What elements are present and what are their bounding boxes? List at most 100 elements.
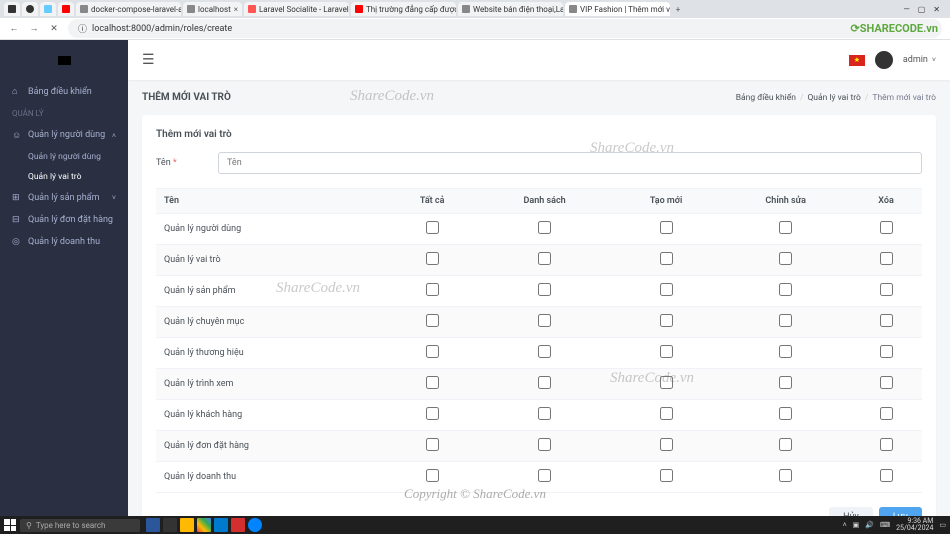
permission-checkbox[interactable] <box>538 283 551 296</box>
permission-checkbox[interactable] <box>779 469 792 482</box>
sidebar-item-revenue[interactable]: ◎ Quản lý doanh thu <box>0 231 128 253</box>
taskbar-search[interactable]: ⚲ Type here to search <box>20 519 140 532</box>
permission-checkbox[interactable] <box>880 376 893 389</box>
browser-tab[interactable]: localhost× <box>183 2 242 16</box>
permission-checkbox[interactable] <box>426 345 439 358</box>
permission-checkbox[interactable] <box>779 376 792 389</box>
taskbar-app-icon[interactable] <box>231 518 245 532</box>
permission-checkbox[interactable] <box>880 469 893 482</box>
taskbar-app-icon[interactable] <box>163 518 177 532</box>
sidebar-logo[interactable] <box>0 40 128 80</box>
browser-tab-active[interactable]: VIP Fashion | Thêm mới vai trò× <box>565 2 670 16</box>
sidebar-item-products[interactable]: ⊞Quản lý sản phẩm ˅ <box>0 187 128 209</box>
breadcrumb-link[interactable]: Bảng điều khiển <box>736 93 796 103</box>
sidebar-item-users[interactable]: ☺Quản lý người dùng ˄ <box>0 124 128 147</box>
window-minimize[interactable]: — <box>903 5 909 14</box>
permission-checkbox[interactable] <box>426 314 439 327</box>
permission-name: Quản lý đơn đặt hàng <box>156 431 386 462</box>
browser-tab[interactable]: Thị trường đẳng cấp được cá× <box>351 2 456 16</box>
user-dropdown[interactable]: admin ˅ <box>903 55 936 65</box>
permission-checkbox[interactable] <box>426 407 439 420</box>
permission-checkbox[interactable] <box>660 252 673 265</box>
col-all: Tất cả <box>386 189 478 214</box>
taskbar-clock[interactable]: 9:36 AM 25/04/2024 <box>896 518 933 532</box>
permission-checkbox[interactable] <box>426 221 439 234</box>
window-close[interactable]: ✕ <box>933 5 940 14</box>
nav-back-icon[interactable]: ← <box>8 23 20 34</box>
permission-checkbox[interactable] <box>660 407 673 420</box>
permission-checkbox[interactable] <box>426 283 439 296</box>
permission-checkbox[interactable] <box>538 252 551 265</box>
permission-checkbox[interactable] <box>426 376 439 389</box>
permission-checkbox[interactable] <box>880 345 893 358</box>
table-row: Quản lý doanh thu <box>156 462 922 493</box>
hamburger-icon[interactable]: ☰ <box>142 52 155 68</box>
taskbar-chrome-icon[interactable] <box>197 518 211 532</box>
taskbar-app-icon[interactable] <box>146 518 160 532</box>
permission-checkbox[interactable] <box>660 345 673 358</box>
browser-tab[interactable]: Website bán điện thoại,Laptop× <box>458 2 563 16</box>
permission-checkbox[interactable] <box>660 221 673 234</box>
permission-checkbox[interactable] <box>426 438 439 451</box>
permission-checkbox[interactable] <box>538 221 551 234</box>
sidebar-dashboard[interactable]: ⌂ Bảng điều khiển <box>0 80 128 103</box>
nav-forward-icon[interactable]: → <box>28 23 40 34</box>
search-icon: ⚲ <box>26 521 32 530</box>
taskbar-app-icon[interactable] <box>248 518 262 532</box>
permission-checkbox[interactable] <box>880 438 893 451</box>
permission-checkbox[interactable] <box>660 438 673 451</box>
permission-checkbox[interactable] <box>880 407 893 420</box>
tray-volume-icon[interactable]: 🔊 <box>865 521 874 529</box>
permission-checkbox[interactable] <box>779 314 792 327</box>
table-row: Quản lý người dùng <box>156 214 922 245</box>
browser-tab[interactable] <box>22 2 38 16</box>
browser-tab[interactable] <box>58 2 74 16</box>
permission-checkbox[interactable] <box>426 252 439 265</box>
browser-tab[interactable]: docker-compose-laravel-alpin× <box>76 2 181 16</box>
permission-checkbox[interactable] <box>779 252 792 265</box>
tray-lang-icon[interactable]: ⌨ <box>880 521 890 529</box>
tray-chevron-icon[interactable]: ˄ <box>843 521 847 529</box>
permission-checkbox[interactable] <box>779 407 792 420</box>
permission-checkbox[interactable] <box>660 283 673 296</box>
start-button[interactable] <box>4 519 16 531</box>
taskbar-explorer-icon[interactable] <box>180 518 194 532</box>
permission-checkbox[interactable] <box>779 438 792 451</box>
browser-tab[interactable]: Laravel Socialite - Laravel 11.x× <box>244 2 349 16</box>
permission-checkbox[interactable] <box>779 221 792 234</box>
permission-checkbox[interactable] <box>538 438 551 451</box>
permission-checkbox[interactable] <box>538 376 551 389</box>
sidebar-item-orders[interactable]: ⊟ Quản lý đơn đặt hàng <box>0 209 128 231</box>
url-input[interactable]: ⓘ localhost:8000/admin/roles/create <box>68 19 942 38</box>
sidebar-sub-users[interactable]: Quản lý người dùng <box>0 147 128 167</box>
sidebar-sub-roles[interactable]: Quản lý vai trò <box>0 167 128 187</box>
breadcrumb-link[interactable]: Quản lý vai trò <box>807 93 860 103</box>
window-maximize[interactable]: ▢ <box>918 5 926 14</box>
permission-checkbox[interactable] <box>880 252 893 265</box>
tray-network-icon[interactable]: ▣ <box>853 521 860 529</box>
browser-tab[interactable] <box>4 2 20 16</box>
permission-checkbox[interactable] <box>660 376 673 389</box>
name-input[interactable] <box>218 152 922 174</box>
permission-checkbox[interactable] <box>880 314 893 327</box>
permission-checkbox[interactable] <box>538 469 551 482</box>
permission-checkbox[interactable] <box>538 407 551 420</box>
permission-checkbox[interactable] <box>538 345 551 358</box>
permission-checkbox[interactable] <box>880 283 893 296</box>
permission-checkbox[interactable] <box>538 314 551 327</box>
new-tab-button[interactable]: + <box>672 5 684 14</box>
sharecode-watermark-logo: ⟳SHARECODE.vn <box>850 22 938 35</box>
permission-checkbox[interactable] <box>660 314 673 327</box>
browser-tab[interactable] <box>40 2 56 16</box>
permission-checkbox[interactable] <box>779 283 792 296</box>
flag-vietnam-icon[interactable] <box>849 55 865 66</box>
permission-checkbox[interactable] <box>779 345 792 358</box>
permission-checkbox[interactable] <box>660 469 673 482</box>
tray-notifications-icon[interactable]: ▭ <box>939 521 946 529</box>
permission-name: Quản lý chuyên mục <box>156 307 386 338</box>
avatar[interactable] <box>875 51 893 69</box>
permission-checkbox[interactable] <box>426 469 439 482</box>
permission-checkbox[interactable] <box>880 221 893 234</box>
taskbar-vscode-icon[interactable] <box>214 518 228 532</box>
nav-stop-icon[interactable]: ✕ <box>48 24 60 34</box>
